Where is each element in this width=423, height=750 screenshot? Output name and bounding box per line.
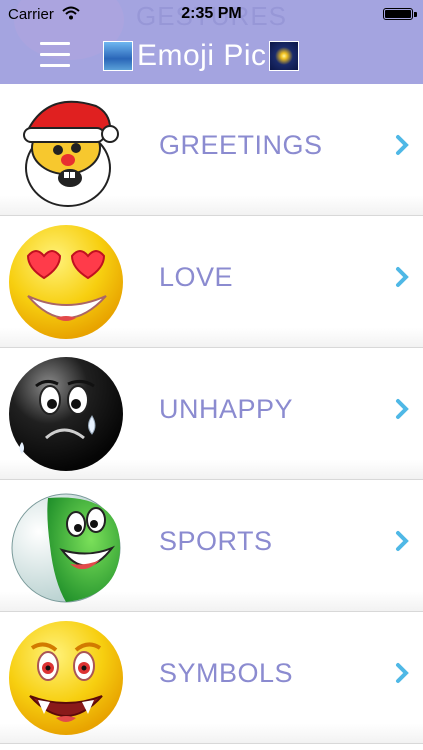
football-emoji-icon: [6, 486, 126, 606]
category-label: SPORTS: [159, 526, 273, 556]
category-row-unhappy[interactable]: UNHAPPY: [0, 348, 423, 480]
battery-icon: [383, 8, 413, 20]
category-label: GREETINGS: [159, 130, 323, 160]
santa-emoji-icon: [6, 90, 126, 210]
app-title: Emoji Pic: [137, 39, 267, 72]
category-label: UNHAPPY: [159, 394, 294, 424]
chevron-right-icon: [396, 267, 409, 287]
chevron-right-icon: [396, 663, 409, 683]
sparkle-icon: [268, 41, 299, 71]
chevron-right-icon: [396, 135, 409, 155]
category-row-love[interactable]: LOVE: [0, 216, 423, 348]
chevron-right-icon: [396, 399, 409, 419]
chevron-right-icon: [396, 531, 409, 551]
heart-eyes-emoji-icon: [6, 222, 126, 342]
hamburger-icon: [40, 42, 70, 45]
crying-emoji-icon: [6, 354, 126, 474]
status-time: 2:35 PM: [181, 5, 242, 22]
category-label: LOVE: [159, 262, 234, 292]
scenery-icon: [103, 41, 133, 71]
category-list: GREETINGS LOVE UNHAPPY SPORTS SYMBOLS: [0, 84, 423, 744]
app-title-group: Emoji Pic: [103, 38, 299, 74]
category-row-greetings[interactable]: GREETINGS: [0, 84, 423, 216]
status-bar: Carrier 2:35 PM: [0, 0, 423, 30]
category-row-symbols[interactable]: SYMBOLS: [0, 612, 423, 744]
category-label: SYMBOLS: [159, 658, 294, 688]
battery-nub: [414, 12, 417, 17]
nav-bar: GESTURES Carrier 2:35 PM Emoji Pic: [0, 0, 423, 84]
vampire-emoji-icon: [6, 618, 126, 738]
menu-button[interactable]: [38, 42, 72, 68]
category-row-sports[interactable]: SPORTS: [0, 480, 423, 612]
